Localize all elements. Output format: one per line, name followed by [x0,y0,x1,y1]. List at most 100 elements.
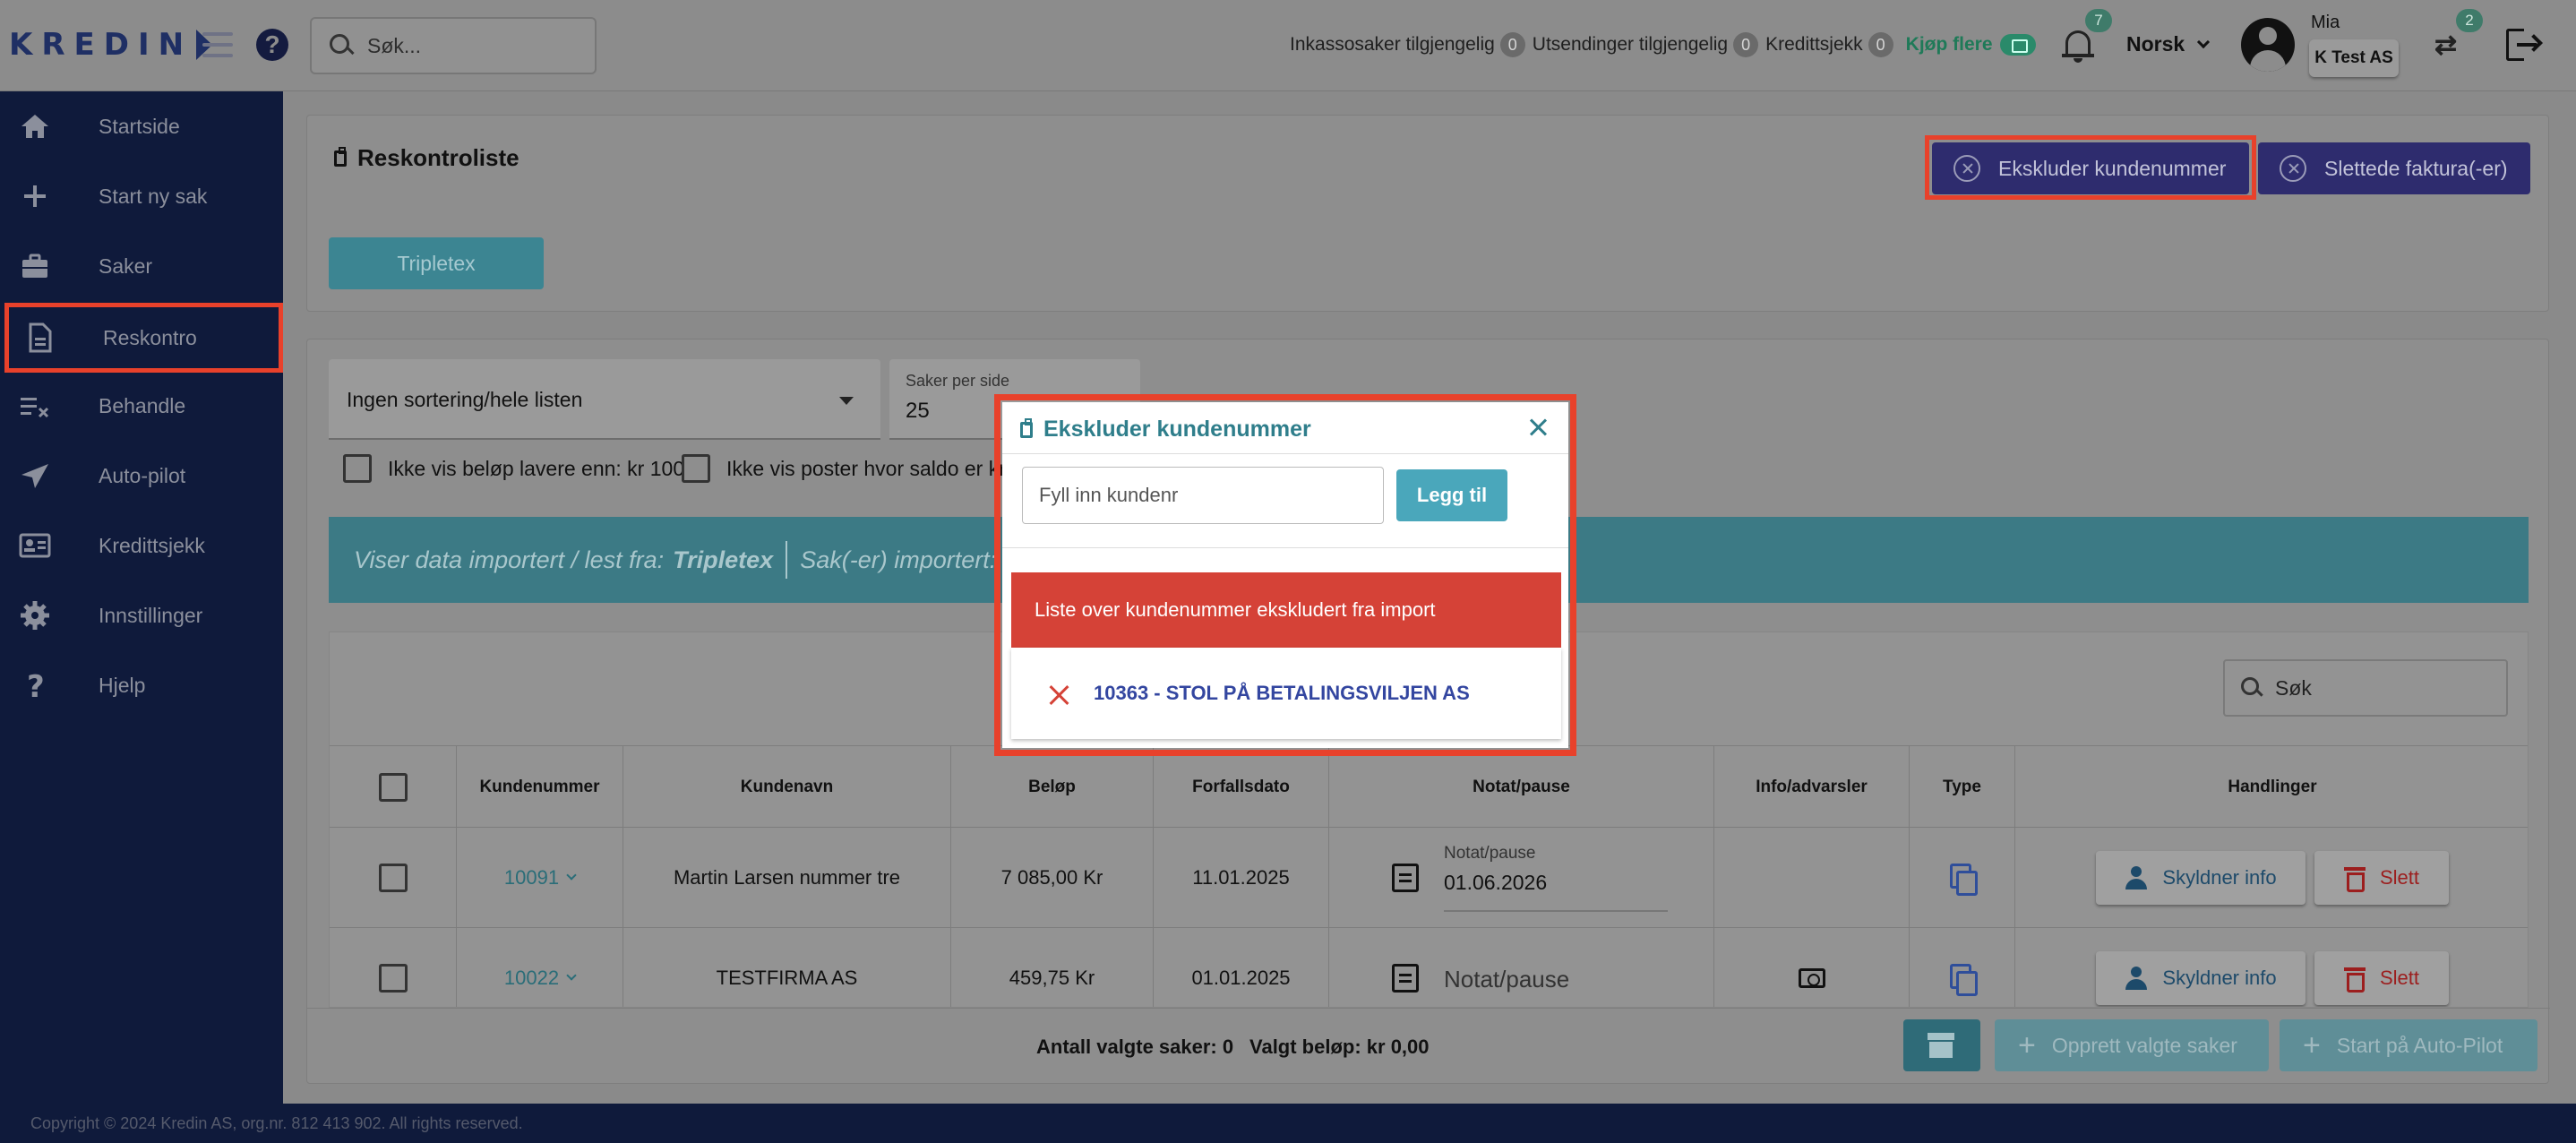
sidebar-item-label: Saker [99,254,153,278]
col-belop[interactable]: Beløp [951,746,1154,829]
logout-icon[interactable] [2506,29,2543,61]
notat-field[interactable]: Notat/pause [1444,944,1668,1007]
exclude-customer-modal: Ekskluder kundenummer Legg til Liste ove… [1002,402,1568,748]
top-bar: KREDIN ? Inkassosaker tilgjengelig 0 Uts… [0,0,2576,91]
archive-button[interactable] [1903,1019,1980,1071]
notification-badge: 7 [2085,9,2112,32]
debtor-info-label: Skyldner info [2162,967,2277,989]
sidebar-item-reskontro[interactable]: Reskontro [4,303,283,373]
notat-field[interactable]: Notat/pause 01.06.2026 [1444,844,1668,912]
col-info: Info/advarsler [1714,746,1910,829]
tripletex-button[interactable]: Tripletex [329,237,544,289]
help-icon[interactable]: ? [256,29,288,61]
menu-toggle-icon[interactable] [202,32,233,57]
row-checkbox[interactable] [378,964,408,993]
filter-zero-balance-label: Ikke vis poster hvor saldo er kr [726,456,1006,480]
global-search[interactable] [310,17,597,74]
sidebar-item-saker[interactable]: Saker [0,231,283,301]
modal-header: Ekskluder kundenummer [1002,402,1568,454]
global-search-input[interactable] [367,33,573,58]
user-name: Mia [2311,13,2340,32]
copyright: Copyright © 2024 Kredin AS, org.nr. 812 … [0,1104,2576,1143]
selected-count: Antall valgte saker: 0 [1036,1036,1234,1058]
note-document-icon[interactable] [1392,964,1419,993]
belop-cell: 459,75 Kr [951,928,1154,1007]
notat-placeholder: Notat/pause [1444,966,1570,993]
sidebar: Startside Start ny sak Saker Reskontro B… [0,91,283,1104]
add-button[interactable]: Legg til [1396,469,1507,521]
kundenummer-link[interactable]: 10022 [504,967,559,990]
close-circle-icon [1953,155,1980,182]
sidebar-item-behandle[interactable]: Behandle [0,371,283,441]
clipboard-icon [1020,417,1033,438]
chevron-down-icon[interactable] [566,970,577,981]
plus-icon [24,185,46,207]
copy-icon[interactable] [1949,964,1978,996]
search-icon [330,34,353,57]
counter-value-utsendinger: 0 [1733,32,1759,57]
create-selected-label: Opprett valgte saker [2051,1033,2237,1057]
logo-text: KREDIN [9,27,193,63]
delete-button[interactable]: Slett [2314,951,2449,1005]
notat-label: Notat/pause [1444,844,1536,863]
debtor-info-button[interactable]: Skyldner info [2096,851,2306,905]
sidebar-item-label: Auto-pilot [99,463,186,487]
sidebar-item-auto-pilot[interactable]: Auto-pilot [0,441,283,511]
row-checkbox[interactable] [378,864,408,892]
filter-min-amount[interactable]: Ikke vis beløp lavere enn: kr 100 [343,454,684,483]
col-forfallsdato[interactable]: Forfallsdato [1154,746,1329,829]
deleted-invoices-button[interactable]: Slettede faktura(-er) [2258,142,2530,194]
col-type: Type [1910,746,2015,829]
remove-x-icon[interactable] [1047,683,1070,706]
sidebar-item-kredittsjekk[interactable]: Kredittsjekk [0,511,283,580]
copy-icon[interactable] [1949,864,1978,896]
cart-icon[interactable] [1999,34,2036,56]
start-autopilot-button[interactable]: + Start på Auto-Pilot [2280,1019,2537,1071]
svg-text:?: ? [27,669,45,702]
customer-number-input[interactable] [1022,467,1384,524]
chevron-down-icon[interactable] [566,870,577,881]
buy-more-link[interactable]: Kjøp flere [1906,34,1993,56]
filter-zero-balance-checkbox[interactable] [682,454,710,483]
kundenummer-link[interactable]: 10091 [504,866,559,889]
counter-value-inkasso: 0 [1499,32,1525,57]
dropdown-arrow-icon [839,397,854,405]
debtor-info-button[interactable]: Skyldner info [2096,951,2306,1005]
kredin-logo[interactable]: KREDIN [9,27,213,63]
sort-select[interactable]: Ingen sortering/hele listen [329,359,880,440]
actions-cell: Skyldner info Slett [2015,928,2528,1007]
sort-select-value: Ingen sortering/hele listen [347,388,583,411]
sidebar-item-innstillinger[interactable]: Innstillinger [0,580,283,650]
delete-label: Slett [2379,866,2420,889]
col-notat[interactable]: Notat/pause [1329,746,1714,829]
note-document-icon[interactable] [1392,864,1419,892]
language-label: Norsk [2126,32,2185,56]
sidebar-item-hjelp[interactable]: ? Hjelp [0,650,283,720]
table-search[interactable]: Søk [2223,659,2508,717]
col-kundenummer[interactable]: Kundenummer [457,746,623,829]
kundenummer-cell[interactable]: 10091 [457,828,623,928]
col-kundenavn[interactable]: Kundenavn [623,746,951,829]
filter-min-amount-checkbox[interactable] [343,454,372,483]
avatar[interactable] [2241,18,2295,72]
language-select[interactable]: Norsk [2126,32,2211,56]
select-all-checkbox[interactable] [378,773,408,802]
money-icon[interactable] [1798,968,1825,988]
company-switch-button[interactable]: K Test AS [2309,39,2399,77]
create-selected-button[interactable]: + Opprett valgte saker [1995,1019,2269,1071]
filter-zero-balance[interactable]: Ikke vis poster hvor saldo er kr [682,454,1006,483]
close-icon[interactable] [1525,415,1550,440]
bell-icon[interactable] [2060,27,2096,64]
sidebar-item-start-ny-sak[interactable]: Start ny sak [0,161,283,231]
airplane-icon [21,464,48,488]
filter-min-amount-label: Ikke vis beløp lavere enn: kr 100 [388,456,685,480]
col-handlinger: Handlinger [2228,778,2317,796]
swap-arrows-icon[interactable]: ⇄ [2434,32,2465,59]
exclude-customer-button[interactable]: Ekskluder kundenummer [1932,142,2249,194]
sidebar-item-label: Innstillinger [99,603,203,627]
delete-button[interactable]: Slett [2314,851,2449,905]
kundenummer-cell[interactable]: 10022 [457,928,623,1007]
select-all-cell [330,746,457,829]
sidebar-item-startside[interactable]: Startside [0,91,283,161]
forfall-cell: 11.01.2025 [1154,828,1329,928]
